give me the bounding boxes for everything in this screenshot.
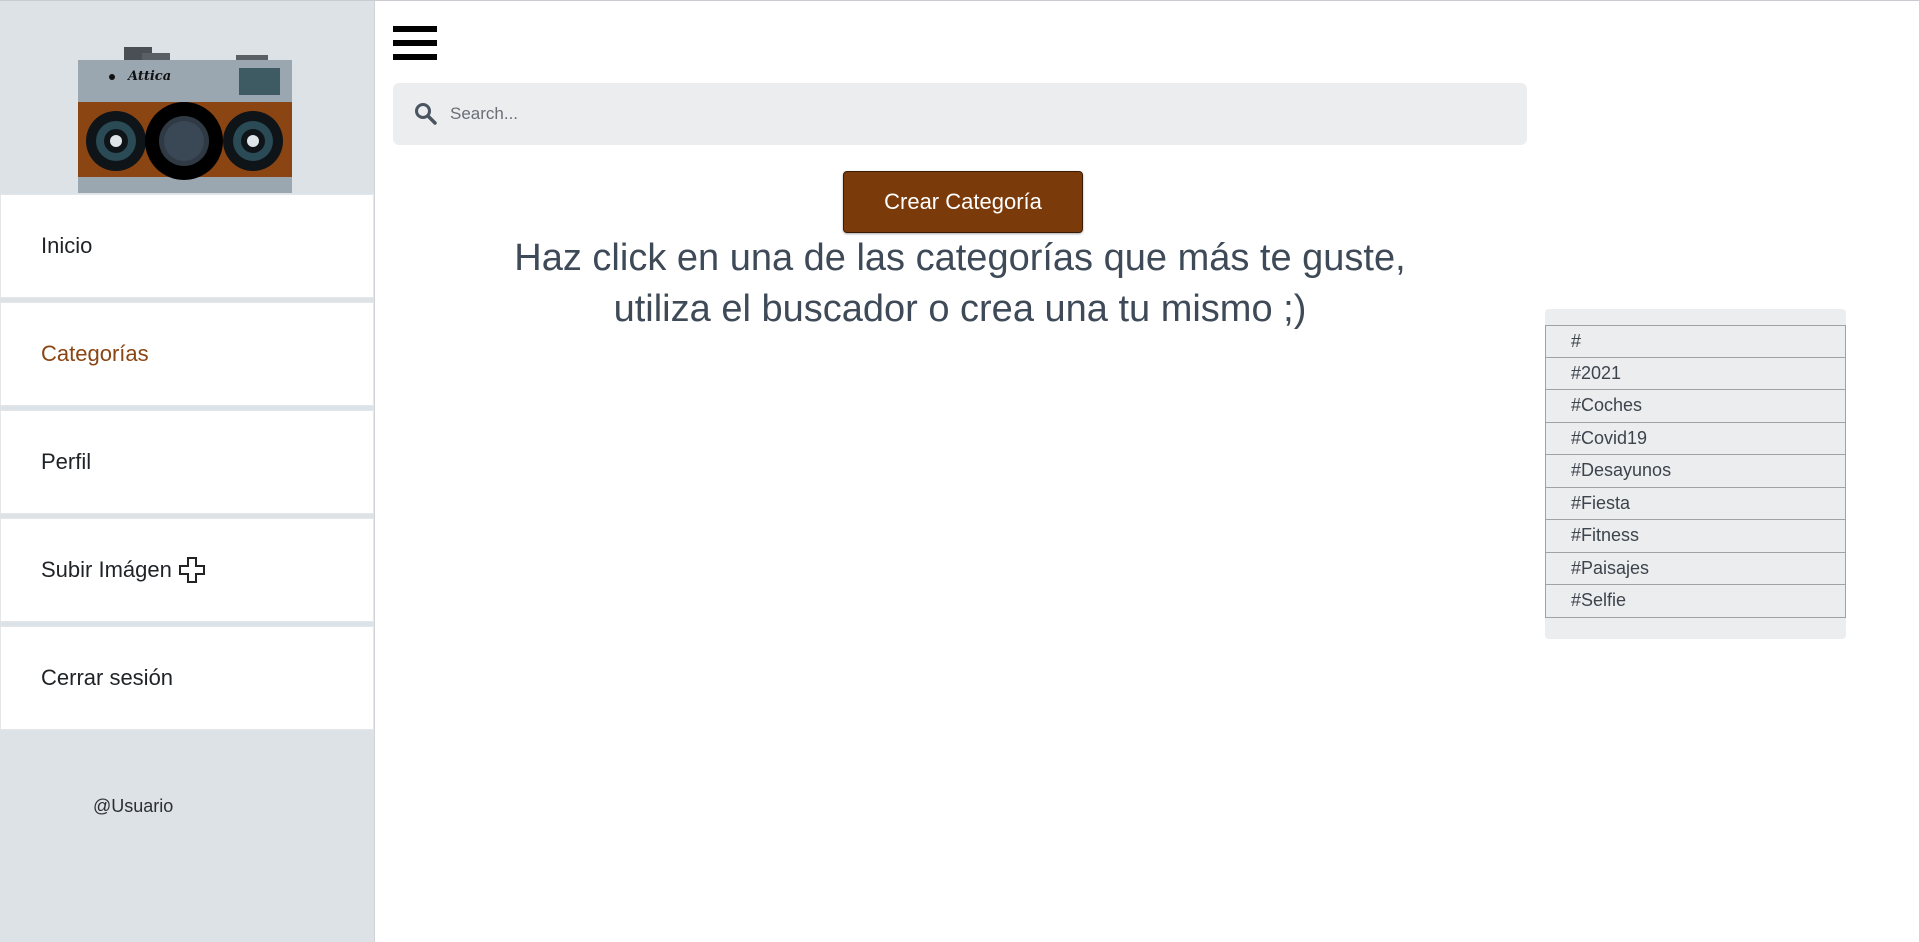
instructions-text: Haz click en una de las categorías que m…: [420, 233, 1500, 335]
nav-item-label: Categorías: [41, 341, 149, 366]
sidebar: Attica Inicio Categorías Perfil Subir Im…: [0, 1, 375, 942]
tag-item[interactable]: #Coches: [1545, 390, 1846, 423]
tag-item[interactable]: #Covid19: [1545, 422, 1846, 455]
instructions-line-1: Haz click en una de las categorías que m…: [514, 237, 1406, 279]
username-label: @Usuario: [93, 796, 174, 816]
nav-item-label: Perfil: [41, 449, 92, 474]
search-input[interactable]: [448, 97, 1508, 131]
tag-item[interactable]: #2021: [1545, 357, 1846, 390]
tag-item[interactable]: #Paisajes: [1545, 552, 1846, 585]
tag-item[interactable]: #Fiesta: [1545, 487, 1846, 520]
tag-item[interactable]: #Selfie: [1545, 585, 1846, 618]
create-category-button[interactable]: Crear Categoría: [843, 171, 1083, 233]
nav-item-inicio[interactable]: Inicio: [0, 194, 374, 298]
tag-item[interactable]: #Fitness: [1545, 520, 1846, 553]
logo-text: Attica: [128, 69, 172, 84]
hamburger-menu-icon[interactable]: [393, 26, 439, 62]
camera-logo[interactable]: Attica: [78, 45, 292, 193]
search-bar: [393, 83, 1527, 145]
plus-icon: [178, 557, 205, 583]
camera-logo-graphic: [78, 47, 292, 193]
tag-item[interactable]: #Desayunos: [1545, 455, 1846, 488]
nav-item-label: Cerrar sesión: [41, 665, 174, 690]
tag-list-panel: # #2021 #Coches #Covid19 #Desayunos #Fie…: [1545, 309, 1846, 639]
nav-item-perfil[interactable]: Perfil: [0, 410, 374, 514]
nav-item-label: Subir Imágen: [41, 557, 172, 582]
search-icon: [415, 103, 437, 125]
nav-item-subir-imagen[interactable]: Subir Imágen: [0, 518, 374, 622]
sidebar-nav: Inicio Categorías Perfil Subir Imágen Ce…: [0, 194, 374, 734]
tag-item[interactable]: #: [1545, 325, 1846, 358]
nav-item-categorias[interactable]: Categorías: [0, 302, 374, 406]
nav-item-label: Inicio: [41, 233, 93, 258]
nav-item-cerrar-sesion[interactable]: Cerrar sesión: [0, 626, 374, 730]
app-root: Attica Inicio Categorías Perfil Subir Im…: [0, 0, 1919, 942]
instructions-line-2: utiliza el buscador o crea una tu mismo …: [613, 288, 1307, 330]
